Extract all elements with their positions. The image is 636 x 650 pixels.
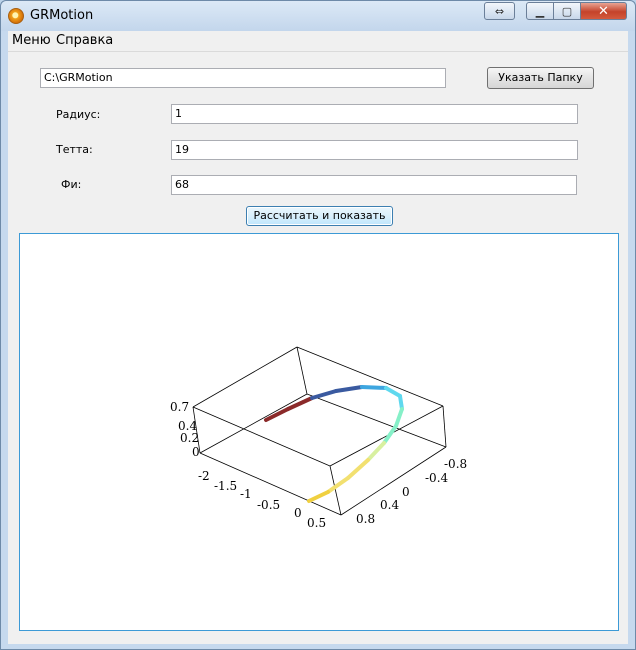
x-tick-label: -2 — [198, 469, 210, 483]
z-axis-ticks: 0.7 0.4 0.2 0 — [170, 400, 200, 459]
x-tick-label: 0.5 — [307, 516, 326, 530]
menu-bar: Меню Справка — [8, 31, 628, 52]
box-edge — [296, 346, 308, 395]
swap-window-button[interactable]: ⇔ — [484, 2, 515, 20]
y-tick-label: 0 — [402, 485, 410, 499]
title-bar[interactable]: GRMotion ⇔ ▁ ▢ ✕ — [1, 1, 635, 31]
y-tick-label: 0.8 — [356, 512, 375, 526]
maximize-icon: ▢ — [561, 4, 573, 18]
client-area: Меню Справка C:\GRMotion Указать Папку Р… — [8, 31, 628, 644]
curve-segment — [382, 424, 398, 445]
plot-3d: 0.7 0.4 0.2 0 -2 -1.5 -1 -0.5 0 0.5 -0.8… — [170, 346, 467, 530]
y-tick-label: -0.8 — [444, 457, 467, 471]
maximize-button[interactable]: ▢ — [554, 2, 581, 20]
x-tick-label: 0 — [294, 506, 302, 520]
box-edge — [442, 405, 447, 448]
curve-segment — [394, 407, 404, 428]
y-tick-label: 0.4 — [380, 498, 399, 512]
app-icon — [8, 8, 24, 24]
z-tick-label: 0.2 — [180, 431, 199, 445]
y-axis-ticks: -0.8 -0.4 0 0.4 0.8 — [356, 457, 467, 526]
close-button[interactable]: ✕ — [581, 2, 627, 20]
minimize-button[interactable]: ▁ — [526, 2, 554, 20]
curve-segment — [360, 385, 388, 390]
theta-label: Тетта: — [56, 143, 93, 156]
box-edge — [306, 393, 447, 448]
x-tick-label: -1 — [240, 487, 252, 501]
window-title: GRMotion — [30, 8, 94, 23]
folder-path-field[interactable]: C:\GRMotion — [40, 68, 446, 88]
theta-field[interactable]: 19 — [171, 140, 578, 160]
curve-segment — [346, 458, 370, 480]
y-tick-label: -0.4 — [425, 471, 449, 485]
x-tick-label: -1.5 — [214, 479, 237, 493]
x-tick-label: -0.5 — [257, 498, 280, 512]
box-edge — [192, 346, 298, 408]
curve-segment — [286, 396, 314, 411]
curve-segment — [310, 389, 338, 400]
radius-label: Радиус: — [56, 108, 101, 121]
phi-label: Фи: — [61, 178, 82, 191]
close-icon: ✕ — [598, 3, 609, 19]
choose-folder-button[interactable]: Указать Папку — [487, 67, 594, 89]
box-edge — [192, 406, 331, 467]
radius-field[interactable]: 1 — [171, 104, 578, 124]
x-axis-ticks: -2 -1.5 -1 -0.5 0 0.5 — [198, 469, 326, 530]
phi-field[interactable]: 68 — [171, 175, 577, 195]
curve-segment — [334, 385, 364, 393]
z-tick-label: 0 — [192, 445, 200, 459]
app-window: GRMotion ⇔ ▁ ▢ ✕ Меню Справка C:\GRMotio… — [0, 0, 636, 650]
swap-arrows-icon: ⇔ — [494, 4, 505, 18]
menu-item-help[interactable]: Справка — [56, 33, 113, 48]
z-tick-label: 0.7 — [170, 400, 189, 414]
box-edge — [199, 393, 308, 454]
curve-segment — [366, 441, 386, 462]
plot-panel[interactable]: 0.7 0.4 0.2 0 -2 -1.5 -1 -0.5 0 0.5 -0.8… — [19, 233, 619, 631]
menu-item-menu[interactable]: Меню — [12, 33, 51, 48]
curve-segment — [384, 386, 402, 398]
compute-show-button[interactable]: Рассчитать и показать — [246, 206, 393, 226]
minimize-icon: ▁ — [535, 4, 545, 18]
curve-segment — [326, 476, 350, 494]
curve-segment — [307, 490, 330, 503]
